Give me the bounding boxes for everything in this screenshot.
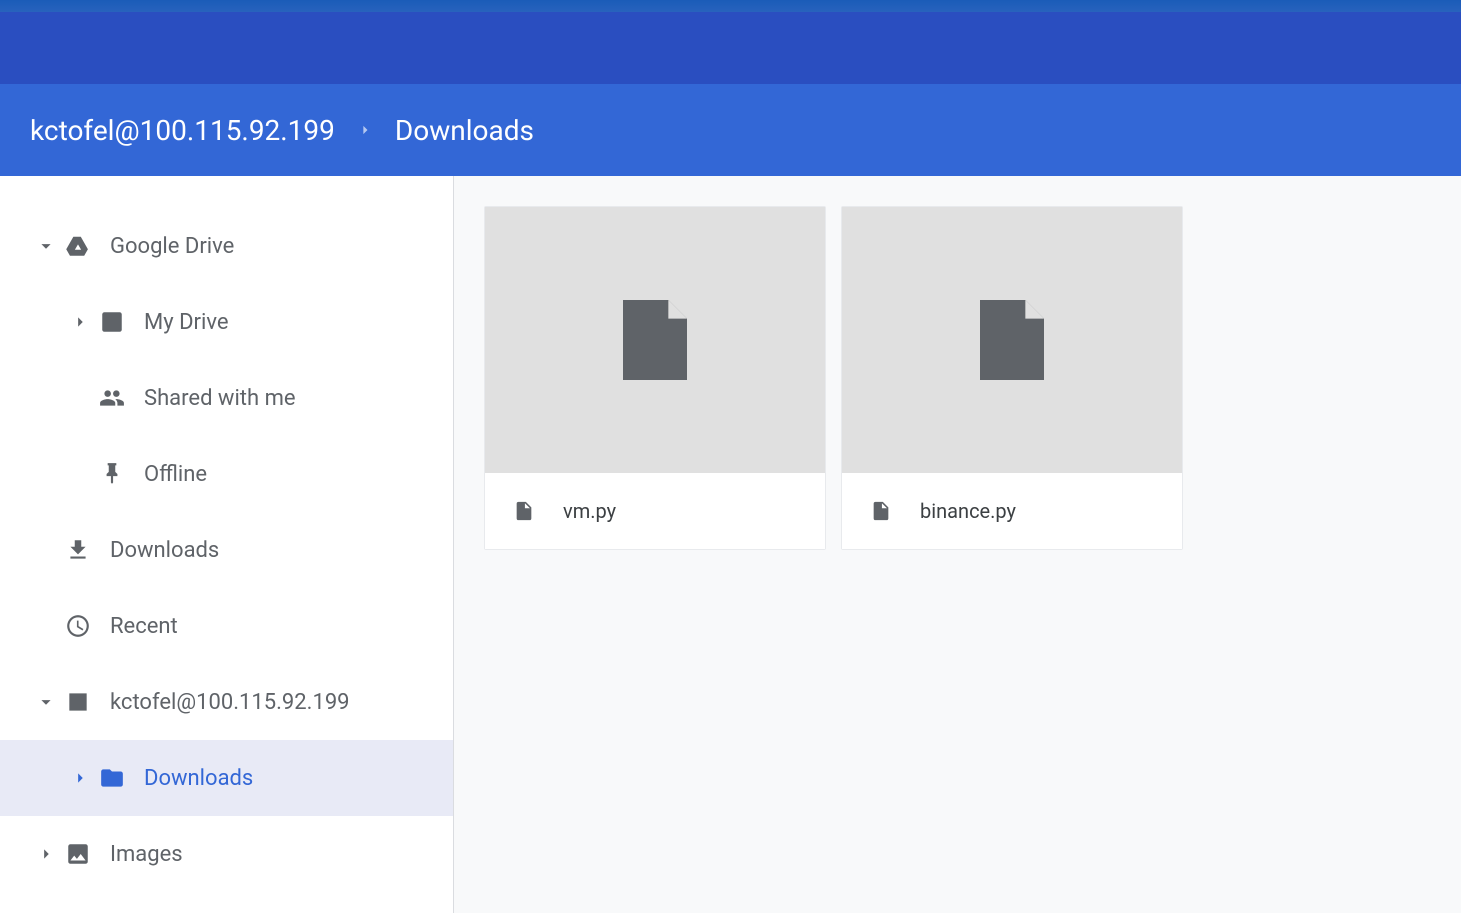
sidebar-item-label: Downloads <box>110 538 453 563</box>
file-info-bar: vm.py <box>485 473 825 549</box>
folder-icon <box>98 764 126 792</box>
sidebar-item-label: Downloads <box>144 766 453 791</box>
file-name: vm.py <box>563 499 616 523</box>
breadcrumb-current: Downloads <box>395 114 534 147</box>
window-top-strip <box>0 0 1461 12</box>
sidebar-item-label: Offline <box>144 462 453 487</box>
file-item[interactable]: vm.py <box>484 206 826 550</box>
file-thumbnail <box>485 207 825 473</box>
sidebar-item-downloads[interactable]: Downloads <box>0 512 453 588</box>
file-grid: vm.py binance.py <box>454 176 1461 913</box>
chevron-right-icon <box>355 120 375 140</box>
chevron-right-icon[interactable] <box>62 767 98 789</box>
sidebar-item-label: Google Drive <box>110 234 453 259</box>
sidebar-item-remote-downloads[interactable]: Downloads <box>0 740 453 816</box>
sidebar-item-my-drive[interactable]: My Drive <box>0 284 453 360</box>
file-thumbnail <box>842 207 1182 473</box>
sidebar-item-label: My Drive <box>144 310 453 335</box>
breadcrumb-root[interactable]: kctofel@100.115.92.199 <box>30 114 335 147</box>
people-icon <box>98 384 126 412</box>
sidebar-item-recent[interactable]: Recent <box>0 588 453 664</box>
sidebar-item-label: Recent <box>110 614 453 639</box>
download-icon <box>64 536 92 564</box>
sidebar-item-label: kctofel@100.115.92.199 <box>110 690 453 715</box>
file-icon <box>870 500 892 522</box>
sidebar-item-label: Shared with me <box>144 386 453 411</box>
drive-icon <box>64 232 92 260</box>
sidebar-item-google-drive[interactable]: Google Drive <box>0 208 453 284</box>
file-info-bar: binance.py <box>842 473 1182 549</box>
pin-icon <box>98 460 126 488</box>
chevron-down-icon[interactable] <box>28 691 64 713</box>
terminal-icon <box>64 688 92 716</box>
sidebar-item-offline[interactable]: Offline <box>0 436 453 512</box>
breadcrumb: kctofel@100.115.92.199 Downloads <box>0 84 1461 176</box>
my-drive-icon <box>98 308 126 336</box>
clock-icon <box>64 612 92 640</box>
chevron-right-icon[interactable] <box>28 843 64 865</box>
file-item[interactable]: binance.py <box>841 206 1183 550</box>
sidebar-item-images[interactable]: Images <box>0 816 453 892</box>
sidebar: Google Drive My Drive Shared with me Off… <box>0 176 454 913</box>
sidebar-item-shared-with-me[interactable]: Shared with me <box>0 360 453 436</box>
image-icon <box>64 840 92 868</box>
window-title-bar <box>0 12 1461 84</box>
chevron-down-icon[interactable] <box>28 235 64 257</box>
file-name: binance.py <box>920 499 1016 523</box>
sidebar-item-label: Images <box>110 842 453 867</box>
chevron-right-icon[interactable] <box>62 311 98 333</box>
sidebar-item-remote-host[interactable]: kctofel@100.115.92.199 <box>0 664 453 740</box>
file-icon <box>513 500 535 522</box>
